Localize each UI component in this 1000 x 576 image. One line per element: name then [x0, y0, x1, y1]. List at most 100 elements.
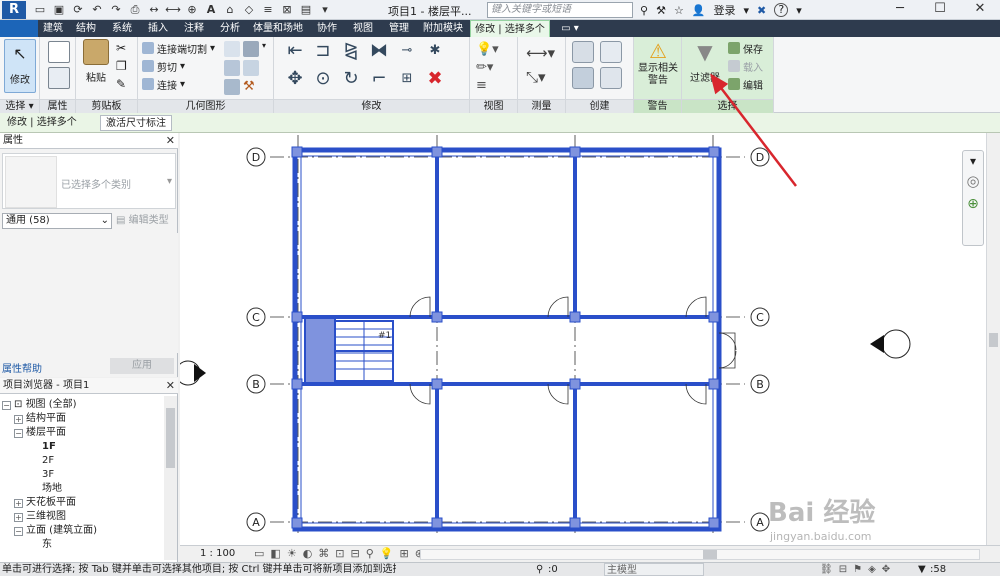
create-similar-icon[interactable] — [600, 67, 622, 89]
login-link[interactable]: 登录 — [714, 2, 736, 18]
move-icon[interactable]: ✥ — [282, 67, 308, 93]
close-hidden-icon[interactable]: ⊠ — [279, 2, 295, 18]
thin-lines-icon[interactable]: ≡ — [260, 2, 276, 18]
aligned-dimension-icon[interactable]: ⤡▾ — [526, 65, 555, 89]
align-icon[interactable]: ⇤ — [282, 39, 308, 65]
trim-icon[interactable]: ⌐ — [366, 67, 392, 93]
close-icon[interactable]: ✕ — [166, 378, 175, 394]
tab-view[interactable]: 视图 — [350, 20, 376, 37]
apply-button[interactable]: 应用 — [110, 358, 174, 374]
copy-element-icon[interactable]: ⊙ — [310, 67, 336, 93]
collapse-icon[interactable]: − — [2, 401, 11, 410]
keyword-search-input[interactable]: 键入关键字或短语 — [487, 2, 633, 18]
create-assembly-icon[interactable] — [600, 41, 622, 63]
undo-icon[interactable]: ↶ — [89, 2, 105, 18]
expand-icon[interactable]: + — [14, 499, 23, 508]
horizontal-scroll-thumb[interactable] — [703, 550, 717, 559]
load-selection-button[interactable]: 载入 — [728, 57, 763, 75]
select-by-face-icon[interactable]: ◈ — [868, 563, 876, 576]
beam-join-icon[interactable] — [224, 79, 240, 95]
minimize-button[interactable]: ─ — [880, 0, 920, 18]
drag-elements-icon[interactable]: ✥ — [882, 563, 890, 576]
3d-view-icon[interactable]: ⌂ — [222, 2, 238, 18]
user-icon[interactable]: 👤 — [692, 4, 706, 17]
tree-item-ceiling-plans[interactable]: + 天花板平面 — [2, 496, 162, 510]
render-icon[interactable]: ⌘ — [318, 547, 329, 560]
tab-collaborate[interactable]: 协作 — [314, 20, 340, 37]
browser-scroll-thumb[interactable] — [166, 408, 175, 468]
pin-icon[interactable]: ✱ — [422, 39, 448, 65]
match-type-icon[interactable]: ✎ — [116, 75, 127, 93]
tree-item-3f[interactable]: 3F — [2, 468, 162, 482]
navbar-close-icon[interactable]: ▾ — [963, 154, 983, 168]
split-icon[interactable]: ⊸ — [394, 39, 420, 65]
crop-view-icon[interactable]: ⊡ — [335, 547, 344, 560]
tree-item-east[interactable]: 东 — [2, 538, 162, 552]
rotate-icon[interactable]: ↻ — [338, 67, 364, 93]
mirror-draw-icon[interactable]: ⧓ — [366, 39, 392, 65]
login-dropdown-icon[interactable]: ▾ — [744, 4, 750, 17]
floor-plan-drawing[interactable]: D D C C B B A A #1 — [180, 133, 1000, 545]
create-parts-icon[interactable] — [572, 41, 594, 63]
filter-status-icon[interactable]: ▼ — [918, 563, 926, 576]
save-icon[interactable]: ▣ — [51, 2, 67, 18]
visual-style-icon[interactable]: ◧ — [270, 547, 280, 560]
tree-item-views[interactable]: − ⊡ 视图 (全部) — [2, 398, 162, 412]
application-menu-button[interactable] — [0, 20, 38, 37]
tab-architecture[interactable]: 建筑 — [40, 20, 66, 37]
tab-insert[interactable]: 插入 — [144, 20, 172, 37]
join-geometry-button[interactable]: 连接 ▾ — [142, 75, 215, 93]
offset-icon[interactable]: ⊐ — [310, 39, 336, 65]
tree-item-1f[interactable]: 1F — [2, 440, 162, 454]
type-selector[interactable]: 已选择多个类别 ▾ — [2, 153, 176, 209]
edit-selection-button[interactable]: 编辑 — [728, 75, 763, 93]
tree-item-site[interactable]: 场地 — [2, 482, 162, 496]
collapse-icon[interactable]: − — [14, 527, 23, 536]
worksets-icon[interactable]: ⚲ — [536, 563, 543, 576]
delete-icon[interactable]: ✖ — [422, 67, 448, 93]
tree-item-floor-plans[interactable]: − 楼层平面 — [2, 426, 162, 440]
print-icon[interactable]: ⎙ — [127, 2, 143, 18]
demolish-icon[interactable]: ⚒ — [243, 79, 259, 95]
binoculars-icon[interactable]: ⚲ — [640, 4, 648, 17]
wall-joins-icon[interactable] — [224, 60, 240, 76]
expand-icon[interactable]: + — [14, 513, 23, 522]
tree-item-2f[interactable]: 2F — [2, 454, 162, 468]
ribbon-minimize-icon[interactable]: ▭ ▾ — [560, 20, 580, 37]
linework-icon[interactable]: ≡ — [476, 77, 499, 95]
array-icon[interactable]: ⊞ — [394, 67, 420, 93]
browser-scrollbar[interactable] — [164, 396, 177, 560]
canvas-horizontal-scrollbar[interactable] — [420, 549, 980, 560]
elevation-marker-west[interactable] — [180, 360, 206, 386]
design-option-select[interactable]: 主模型 — [604, 563, 704, 576]
properties-help-link[interactable]: 属性帮助 — [2, 360, 42, 375]
tab-annotate[interactable]: 注释 — [180, 20, 208, 37]
select-pinned-icon[interactable]: ⚑ — [853, 563, 862, 576]
edit-type-button[interactable]: ▤ 编辑类型 — [116, 213, 169, 229]
select-links-icon[interactable]: ⛓ — [820, 563, 833, 576]
collapse-icon[interactable]: − — [14, 429, 23, 438]
save-selection-button[interactable]: 保存 — [728, 39, 763, 57]
shadows-icon[interactable]: ◐ — [303, 547, 313, 560]
instance-filter-select[interactable]: 通用 (58) ⌄ — [2, 213, 112, 229]
tab-massing-site[interactable]: 体量和场地 — [250, 20, 306, 37]
paint-icon[interactable] — [243, 41, 259, 57]
cut-geometry-button[interactable]: 剪切 ▾ — [142, 57, 215, 75]
zoom-region-icon[interactable]: ⊕ — [963, 196, 983, 212]
expand-icon[interactable]: + — [14, 415, 23, 424]
cut-icon[interactable]: ✂ — [116, 39, 127, 57]
help-dropdown-icon[interactable]: ▾ — [796, 4, 802, 17]
type-properties-icon[interactable] — [48, 67, 70, 89]
create-group-icon[interactable] — [572, 67, 594, 89]
exchange-icon[interactable]: ✖ — [757, 4, 766, 17]
temp-view-props-icon[interactable]: ⊞ — [400, 547, 409, 560]
show-warnings-button[interactable]: ⚠ 显示相关警告 — [636, 39, 680, 87]
activate-dimensions-button[interactable]: 激活尺寸标注 — [100, 115, 172, 131]
tab-modify-multi-select[interactable]: 修改 | 选择多个 — [470, 20, 550, 37]
section-icon[interactable]: ◇ — [241, 2, 257, 18]
tag-icon[interactable]: ⊕ — [184, 2, 200, 18]
reveal-hidden-icon[interactable]: 💡 — [380, 547, 394, 560]
sun-path-icon[interactable]: ☀ — [287, 547, 297, 560]
staircase[interactable]: #1 — [304, 317, 394, 384]
tree-item-elevations[interactable]: − 立面 (建筑立面) — [2, 524, 162, 538]
